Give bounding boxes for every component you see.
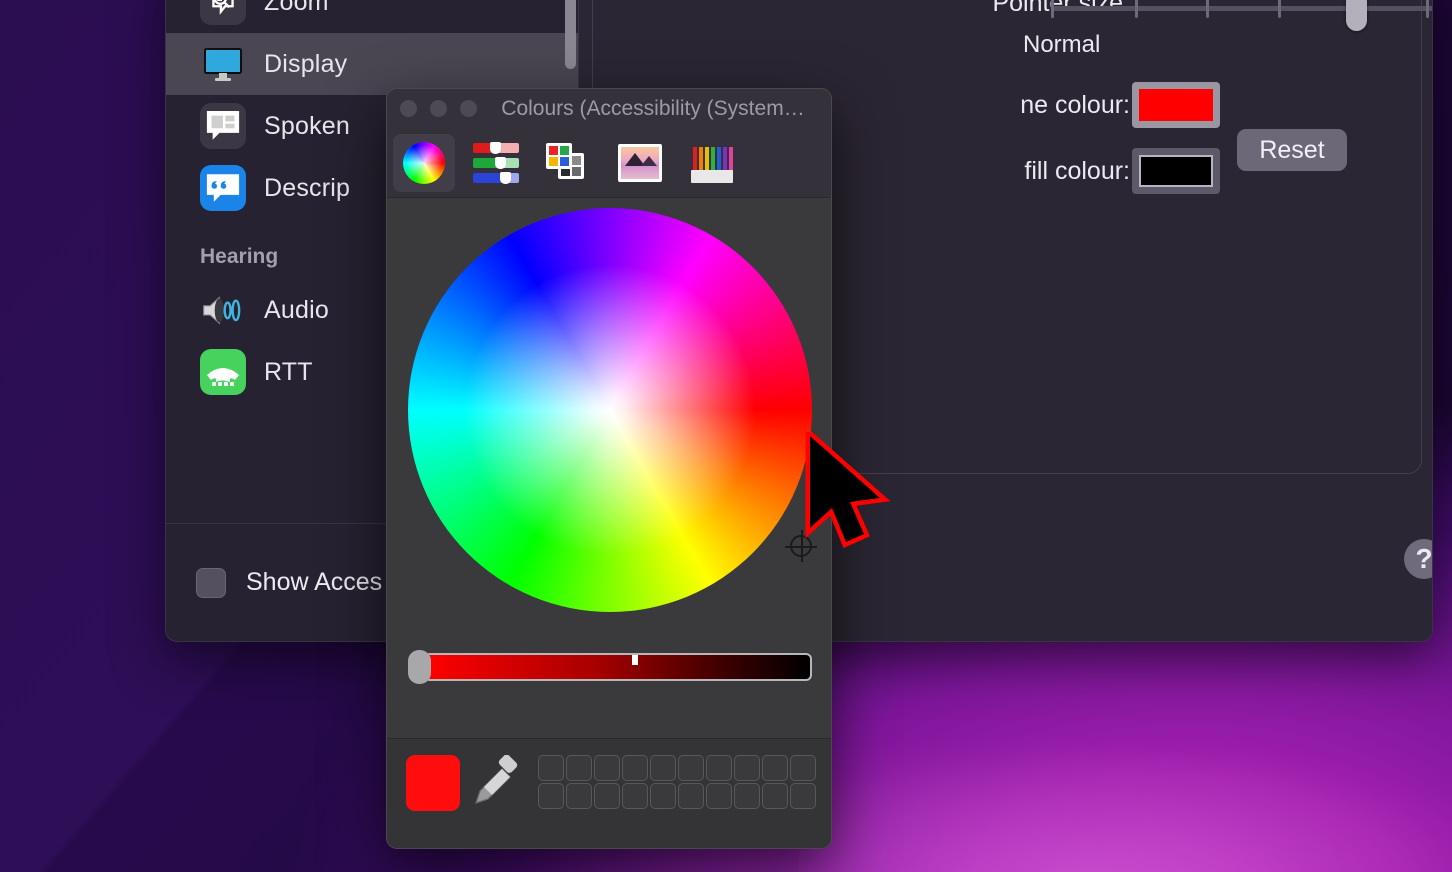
outline-colour-label: ne colour: <box>1020 91 1130 119</box>
sidebar-item-label: Descrip <box>264 173 351 202</box>
reset-button[interactable]: Reset <box>1237 129 1347 171</box>
colour-wheel-selection-crosshair <box>785 530 817 562</box>
swatch-cell[interactable] <box>706 783 732 809</box>
screen: Zoom Display Spoken Descrip Hearing Audi… <box>0 0 1452 872</box>
swatch-cell[interactable] <box>762 783 788 809</box>
outline-colour-swatch <box>1139 89 1213 121</box>
fill-colour-well[interactable] <box>1132 148 1220 194</box>
zoom-button[interactable] <box>460 100 477 117</box>
sidebar-item-label: Display <box>264 49 348 78</box>
descriptions-icon <box>200 165 246 211</box>
fill-colour-label: fill colour: <box>1024 157 1130 185</box>
rtt-phone-icon <box>200 349 246 395</box>
pointer-size-min-label: Normal <box>1023 31 1101 58</box>
sidebar-item-label: Spoken <box>264 111 350 140</box>
colour-swatch-bar <box>387 738 831 848</box>
colours-panel-title: Colours (Accessibility (System… <box>501 96 805 120</box>
brightness-slider-thumb[interactable] <box>408 650 431 684</box>
pointer-size-slider-track <box>1051 6 1432 11</box>
zoom-icon <box>200 0 246 25</box>
swatch-cell[interactable] <box>566 783 592 809</box>
eyedropper-icon[interactable] <box>472 754 522 811</box>
sidebar-item-label: RTT <box>264 357 313 386</box>
colour-wheel-tab[interactable] <box>393 133 455 192</box>
show-accessibility-label: Show Acces <box>246 568 383 596</box>
colour-wheel-area <box>387 198 831 701</box>
colours-panel-window: Colours (Accessibility (System… <box>386 88 832 849</box>
swatch-cell[interactable] <box>678 783 704 809</box>
spoken-content-icon <box>200 103 246 149</box>
swatch-cell[interactable] <box>734 755 760 781</box>
brightness-slider[interactable] <box>408 650 812 684</box>
colour-palettes-icon <box>546 142 590 183</box>
swatch-cell[interactable] <box>538 755 564 781</box>
colour-sliders-tab[interactable] <box>465 134 527 192</box>
swatch-cell[interactable] <box>650 755 676 781</box>
colours-panel-titlebar[interactable]: Colours (Accessibility (System… <box>387 89 831 128</box>
brightness-slider-tick <box>632 655 638 665</box>
colours-panel-toolbar <box>387 128 831 198</box>
fill-colour-swatch <box>1139 155 1213 187</box>
saved-swatch-grid[interactable] <box>538 755 816 809</box>
colour-wheel[interactable] <box>408 208 812 612</box>
swatch-cell[interactable] <box>734 783 760 809</box>
slider-tick <box>1051 0 1054 18</box>
brightness-slider-track <box>424 653 812 681</box>
swatch-cell[interactable] <box>594 783 620 809</box>
sidebar-item-label: Zoom <box>264 0 329 16</box>
sidebar-item-label: Audio <box>264 295 329 324</box>
sidebar-item-zoom[interactable]: Zoom <box>166 0 578 33</box>
swatch-cell[interactable] <box>566 755 592 781</box>
swatch-cell[interactable] <box>538 783 564 809</box>
colour-palettes-tab[interactable] <box>537 134 599 192</box>
close-button[interactable] <box>400 100 417 117</box>
image-picker-icon <box>618 143 662 182</box>
outline-colour-well[interactable] <box>1132 82 1220 128</box>
current-colour-swatch[interactable] <box>406 755 460 811</box>
pointer-size-slider-thumb[interactable] <box>1346 0 1367 31</box>
help-button[interactable]: ? <box>1404 539 1432 579</box>
image-picker-tab[interactable] <box>609 134 671 192</box>
slider-tick <box>1426 0 1429 18</box>
swatch-cell[interactable] <box>790 783 816 809</box>
display-icon <box>200 41 246 87</box>
pointer-size-slider[interactable] <box>1051 0 1432 31</box>
swatch-cell[interactable] <box>650 783 676 809</box>
slider-tick <box>1278 0 1281 18</box>
swatch-cell[interactable] <box>622 755 648 781</box>
swatch-cell[interactable] <box>762 755 788 781</box>
swatch-cell[interactable] <box>790 755 816 781</box>
show-accessibility-checkbox[interactable] <box>196 567 226 598</box>
wallpaper-wave-2 <box>798 612 1452 872</box>
swatch-cell[interactable] <box>622 783 648 809</box>
colour-wheel-icon <box>403 141 445 184</box>
swatch-cell[interactable] <box>706 755 732 781</box>
rgb-sliders-icon <box>473 141 519 184</box>
pencils-icon <box>691 143 733 183</box>
pencils-tab[interactable] <box>681 134 743 192</box>
slider-tick <box>1206 0 1209 18</box>
minimise-button[interactable] <box>430 100 447 117</box>
swatch-cell[interactable] <box>678 755 704 781</box>
sidebar-item-display[interactable]: Display <box>166 33 578 95</box>
swatch-cell[interactable] <box>594 755 620 781</box>
slider-tick <box>1135 0 1138 18</box>
sidebar-scrollbar[interactable] <box>565 0 576 69</box>
audio-icon <box>200 287 246 333</box>
